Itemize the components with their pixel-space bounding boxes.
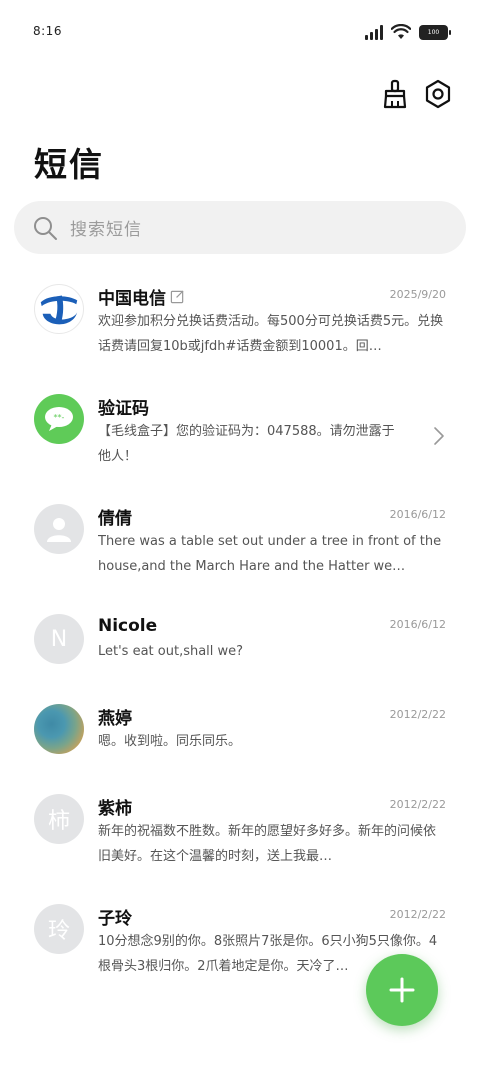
sender-row: 燕婷 2012/2/22 [98, 704, 446, 729]
contact-avatar [34, 504, 84, 554]
search-placeholder: 搜索短信 [70, 220, 142, 240]
sender-name: Nicole [98, 616, 158, 636]
china-telecom-logo-icon [35, 285, 83, 333]
message-date: 2012/2/22 [389, 908, 446, 921]
contact-photo-avatar [34, 704, 84, 754]
settings-icon [425, 79, 451, 109]
chevron-right-icon[interactable] [432, 426, 446, 446]
message-date: 2012/2/22 [389, 798, 446, 811]
message-preview: 【毛线盒子】您的验证码为：047588。请勿泄露于他人！ [98, 424, 395, 464]
contact-avatar: 玲 [34, 904, 84, 954]
sender-row: 倩倩 2016/6/12 [98, 504, 446, 529]
status-time: 8:16 [33, 24, 62, 38]
sender-name: 倩倩 [98, 508, 132, 529]
sender-name: 中国电信 [98, 288, 166, 309]
sender-name: 子玲 [98, 908, 132, 929]
sender-row: 验证码 [98, 394, 446, 419]
conversation-qianqian[interactable]: 倩倩 2016/6/12 There was a table set out u… [0, 490, 480, 600]
message-date: 2012/2/22 [389, 708, 446, 721]
avatar-initial: N [50, 626, 68, 652]
conversation-verification-code[interactable]: **- 验证码 【毛线盒子】您的验证码为：047588。请勿泄露于他人！ [0, 380, 480, 490]
svg-text:**-: **- [54, 413, 65, 422]
sender-name: 验证码 [98, 398, 149, 419]
message-preview: 欢迎参加积分兑换话费活动。每500分可兑换话费5元。兑换话费请回复10b或jfd… [98, 314, 444, 354]
message-date: 2025/9/20 [389, 288, 446, 301]
new-message-button[interactable] [366, 954, 438, 1026]
search-bar[interactable]: 搜索短信 [14, 201, 466, 254]
verification-avatar: **- [34, 394, 84, 444]
sender-row: 中国电信 2025/9/20 [98, 284, 446, 309]
plus-icon [389, 977, 415, 1003]
battery-icon: 100 [419, 24, 451, 40]
contact-avatar: 柿 [34, 794, 84, 844]
sender-name: 紫柿 [98, 798, 132, 819]
edit-icon [170, 289, 184, 303]
clean-button[interactable] [377, 76, 413, 112]
status-bar: 8:16 100 [0, 0, 480, 64]
conversation-zishi[interactable]: 柿 紫柿 2012/2/22 新年的祝福数不胜数。新年的愿望好多好多。新年的问候… [0, 780, 480, 890]
contact-avatar: N [34, 614, 84, 664]
broom-icon [383, 79, 407, 109]
settings-button[interactable] [420, 76, 456, 112]
message-bubble-icon: **- [45, 407, 73, 431]
messages-screen: 8:16 100 短信 搜索短信 中国电信 2025/9/20 欢迎参加积分兑换… [0, 0, 480, 1067]
message-preview: There was a table set out under a tree i… [98, 534, 442, 574]
conversation-china-telecom[interactable]: 中国电信 2025/9/20 欢迎参加积分兑换话费活动。每500分可兑换话费5元… [0, 270, 480, 380]
battery-level: 100 [427, 28, 440, 36]
person-icon [47, 518, 71, 542]
search-icon [34, 216, 57, 240]
message-preview: 嗯。收到啦。同乐同乐。 [98, 734, 242, 749]
message-date: 2016/6/12 [389, 618, 446, 631]
page-title: 短信 [34, 145, 104, 184]
signal-icon [365, 24, 383, 40]
status-icons: 100 [365, 24, 451, 40]
avatar-initial: 柿 [47, 809, 70, 834]
sender-row: 紫柿 2012/2/22 [98, 794, 446, 819]
message-date: 2016/6/12 [389, 508, 446, 521]
message-preview: 新年的祝福数不胜数。新年的愿望好多好多。新年的问候依旧美好。在这个温馨的时刻，送… [98, 824, 437, 864]
sender-name: 燕婷 [98, 708, 132, 729]
sender-row: 子玲 2012/2/22 [98, 904, 446, 929]
wifi-icon [391, 24, 411, 39]
china-telecom-avatar [34, 284, 84, 334]
message-preview: Let's eat out,shall we? [98, 644, 244, 659]
sender-row: Nicole 2016/6/12 [98, 614, 446, 638]
avatar-initial: 玲 [47, 919, 70, 944]
